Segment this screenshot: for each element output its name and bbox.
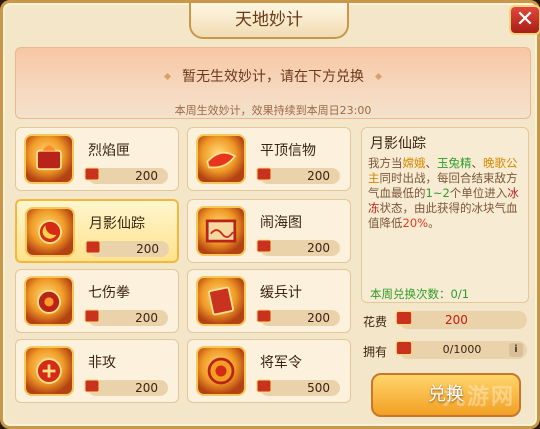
- item-cost: 200: [307, 311, 330, 325]
- scroll-ticket-icon: [256, 309, 272, 323]
- item-name: 缓兵计: [260, 285, 302, 301]
- cost-label: 花费: [363, 315, 388, 329]
- close-icon: ✕: [515, 7, 535, 32]
- strategy-item-non-attack[interactable]: 非攻 200: [15, 339, 179, 403]
- cost-value: 200: [445, 313, 468, 327]
- scroll-ticket-icon: [256, 239, 272, 253]
- item-name: 七伤拳: [88, 285, 130, 301]
- item-name: 烈焰匣: [88, 143, 130, 159]
- item-name: 将军令: [260, 355, 302, 371]
- scroll-ticket-icon: [395, 310, 413, 326]
- cost-pill: 200: [85, 240, 169, 257]
- strategy-item-delay[interactable]: 缓兵计 200: [187, 269, 351, 333]
- cost-pill: 200: [84, 167, 168, 184]
- detail-description: 我方当嫦娥、玉兔精、晚歌公主同时出战，每回合结束敌方气血最低的1~2个单位进入冰…: [368, 156, 519, 230]
- banner-note: 本周生效妙计，效果持续到本周日23:00: [174, 104, 372, 117]
- window-title: 天地妙计: [189, 3, 349, 39]
- scroll-ticket-icon: [85, 240, 101, 254]
- item-cost: 200: [135, 381, 158, 395]
- cost-pill: 200: [256, 167, 340, 184]
- cost-pill: 200: [84, 309, 168, 326]
- sea-map-icon: [196, 206, 246, 256]
- active-strategy-banner: 暂无生效妙计，请在下方兑换 本周生效妙计，效果持续到本周日23:00: [15, 47, 531, 119]
- token-icon: [196, 134, 246, 184]
- item-name: 非攻: [88, 355, 116, 371]
- scroll-ticket-icon: [395, 340, 413, 356]
- scroll-ticket-icon: [84, 167, 100, 181]
- cost-pill: 500: [256, 379, 340, 396]
- strategy-item-fist[interactable]: 七伤拳 200: [15, 269, 179, 333]
- own-label: 拥有: [363, 345, 388, 359]
- strategy-item-general-order[interactable]: 将军令 500: [187, 339, 351, 403]
- scroll-ticket-icon: [84, 379, 100, 393]
- dialog-window: 天地妙计 ✕ 暂无生效妙计，请在下方兑换 本周生效妙计，效果持续到本周日23:0…: [0, 0, 540, 429]
- info-icon[interactable]: i: [509, 343, 523, 357]
- strategy-list: 烈焰匣 200 平顶信物 200 月影仙踪 200 闹海图 200 七伤拳 20…: [15, 127, 355, 427]
- strategy-item-moon-shadow[interactable]: 月影仙踪 200: [15, 199, 179, 263]
- item-cost: 200: [135, 169, 158, 183]
- strategy-detail-panel: 月影仙踪 我方当嫦娥、玉兔精、晚歌公主同时出战，每回合结束敌方气血最低的1~2个…: [361, 127, 529, 303]
- item-cost: 200: [136, 242, 159, 256]
- cost-pill: 200: [84, 379, 168, 396]
- diamond-icon: [163, 72, 172, 81]
- scroll-ticket-icon: [256, 167, 272, 181]
- general-order-icon: [196, 346, 246, 396]
- fist-icon: [24, 276, 74, 326]
- strategy-item-sea-map[interactable]: 闹海图 200: [187, 199, 351, 263]
- cost-pill: 200: [256, 239, 340, 256]
- close-button[interactable]: ✕: [509, 5, 540, 35]
- scroll-ticket-icon: [256, 379, 272, 393]
- banner-status: 暂无生效妙计，请在下方兑换: [182, 69, 364, 85]
- cost-bar: 200: [395, 310, 527, 329]
- moon-shadow-icon: [25, 207, 75, 257]
- weekly-exchange-count: 本周兑换次数：0/1: [370, 287, 470, 301]
- diamond-icon: [374, 72, 383, 81]
- flame-box-icon: [24, 134, 74, 184]
- item-cost: 200: [135, 311, 158, 325]
- peace-icon: [24, 346, 74, 396]
- item-name: 闹海图: [260, 215, 302, 231]
- own-bar: 0/1000 i: [395, 340, 527, 359]
- scroll-icon: [196, 276, 246, 326]
- own-value: 0/1000: [442, 343, 482, 356]
- item-cost: 200: [307, 169, 330, 183]
- strategy-item-flame-box[interactable]: 烈焰匣 200: [15, 127, 179, 191]
- watermark: 九游网: [443, 385, 516, 410]
- cost-pill: 200: [256, 309, 340, 326]
- item-cost: 500: [307, 381, 330, 395]
- item-cost: 200: [307, 241, 330, 255]
- detail-title: 月影仙踪: [370, 136, 426, 152]
- item-name: 平顶信物: [260, 143, 316, 159]
- scroll-ticket-icon: [84, 309, 100, 323]
- strategy-item-token[interactable]: 平顶信物 200: [187, 127, 351, 191]
- item-name: 月影仙踪: [89, 216, 145, 232]
